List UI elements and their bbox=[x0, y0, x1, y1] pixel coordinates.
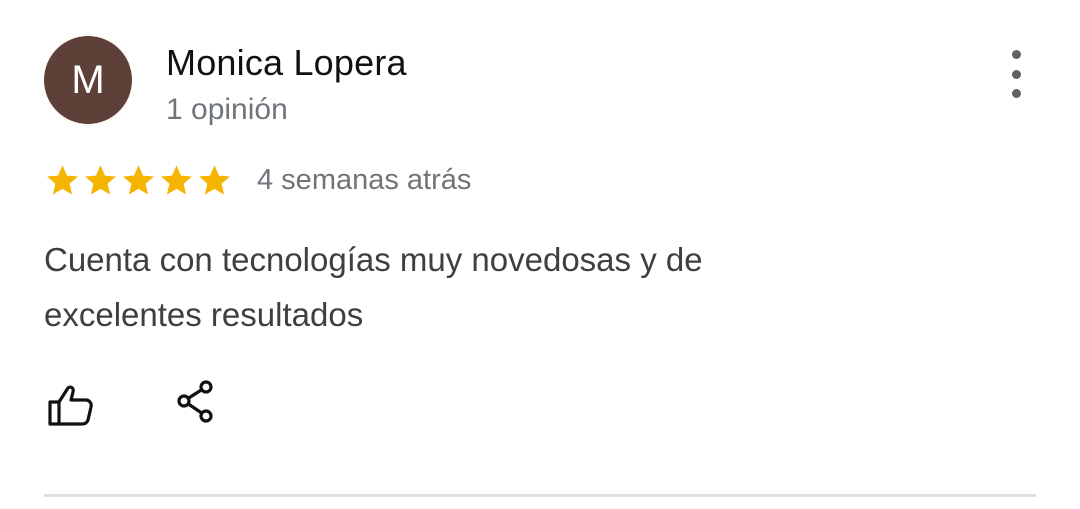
star-icon bbox=[161, 164, 192, 195]
more-vert-icon bbox=[1011, 50, 1021, 59]
share-icon bbox=[177, 380, 213, 423]
share-button[interactable] bbox=[174, 378, 218, 426]
avatar-letter: M bbox=[71, 57, 105, 102]
more-options-button[interactable] bbox=[996, 50, 1036, 98]
review-text: Cuenta con tecnologías muy novedosas y d… bbox=[44, 241, 703, 333]
more-vert-icon-dot bbox=[1011, 89, 1021, 98]
star-icon bbox=[123, 164, 154, 195]
divider bbox=[44, 494, 1036, 497]
star-icon bbox=[85, 164, 116, 195]
review-count: 1 opinión bbox=[166, 93, 288, 126]
star-icon bbox=[199, 164, 230, 195]
star-rating bbox=[44, 162, 233, 199]
rating-row: 4 semanas atrás bbox=[44, 160, 471, 200]
more-vert-icon-dot bbox=[1011, 69, 1021, 79]
star-icon bbox=[47, 164, 78, 195]
author-name[interactable]: Monica Lopera bbox=[166, 42, 407, 84]
thumbs-up-icon bbox=[48, 385, 93, 426]
avatar[interactable]: M bbox=[44, 36, 132, 124]
review-time: 4 semanas atrás bbox=[257, 163, 472, 196]
like-button[interactable] bbox=[46, 382, 96, 428]
review-card: M Monica Lopera 1 opinión 4 semanas atrá… bbox=[0, 0, 1080, 509]
